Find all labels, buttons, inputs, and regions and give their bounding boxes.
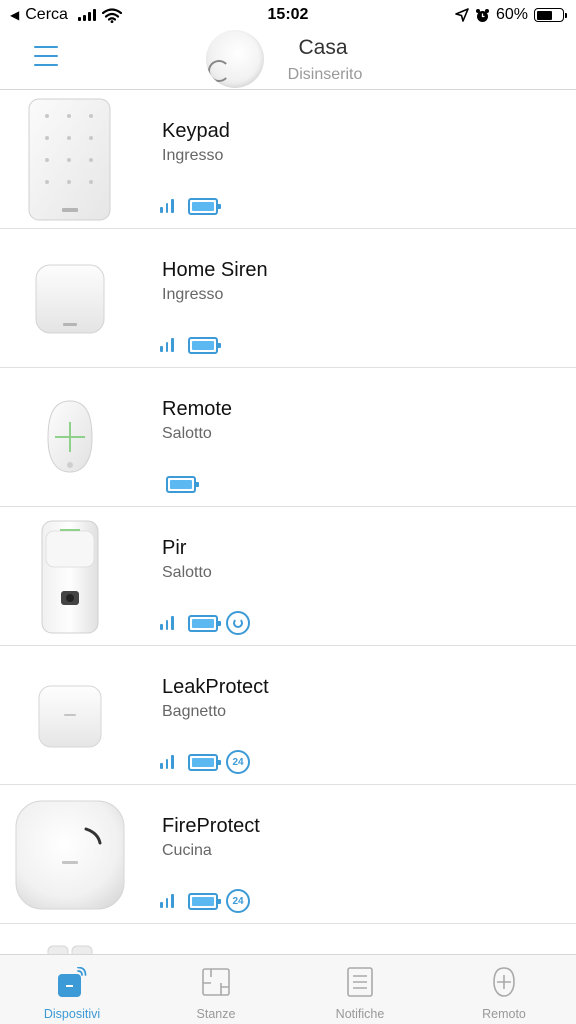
device-list[interactable]: Keypad Ingresso Home Siren Ingresso Remo… — [0, 90, 576, 954]
battery-level-icon — [188, 892, 221, 910]
remote-device-image — [0, 368, 140, 507]
status-bar: ◀ Cerca 15:02 60% — [0, 0, 576, 30]
device-status-icons: 24 — [160, 889, 250, 913]
device-name: Keypad — [162, 120, 230, 142]
tab-rooms[interactable]: Stanze — [144, 955, 288, 1024]
battery-level-icon — [188, 197, 221, 215]
battery-icon — [534, 8, 567, 22]
hamburger-menu-icon[interactable] — [34, 46, 58, 66]
device-room: Ingresso — [162, 147, 224, 164]
app-header: Casa Disinserito — [0, 30, 576, 90]
device-room: Salotto — [162, 564, 212, 581]
device-name: LeakProtect — [162, 676, 269, 698]
device-status-icons — [160, 611, 250, 635]
notifications-icon — [347, 967, 373, 997]
signal-strength-icon — [160, 338, 180, 352]
signal-strength-icon — [160, 894, 180, 908]
rooms-icon — [202, 968, 230, 996]
battery-level-icon — [188, 614, 221, 632]
tab-remote[interactable]: Remoto — [432, 955, 576, 1024]
device-row-partial[interactable] — [0, 924, 576, 954]
connection-ring-icon — [226, 611, 250, 635]
device-partial-image — [0, 924, 140, 954]
hub-title[interactable]: Casa — [278, 36, 368, 60]
tab-bar: Dispositivi Stanze Notifiche Remoto — [0, 954, 576, 1024]
home-siren-device-image — [0, 229, 140, 368]
device-row-pir[interactable]: Pir Salotto — [0, 507, 576, 646]
keypad-device-image — [0, 90, 140, 229]
device-row-leakprotect[interactable]: LeakProtect Bagnetto 24 — [0, 646, 576, 785]
remote-icon — [493, 967, 515, 997]
device-status-icons — [160, 194, 221, 218]
device-name: Remote — [162, 398, 233, 420]
devices-icon — [58, 967, 87, 997]
always-active-badge-icon: 24 — [226, 889, 250, 913]
device-row-remote[interactable]: Remote Salotto — [0, 368, 576, 507]
tab-label: Notifiche — [335, 1007, 385, 1021]
battery-level-icon — [188, 753, 221, 771]
tab-devices[interactable]: Dispositivi — [0, 955, 144, 1024]
signal-strength-icon — [160, 616, 180, 630]
fireprotect-device-image — [0, 785, 140, 924]
device-room: Salotto — [162, 425, 212, 442]
device-row-fireprotect[interactable]: FireProtect Cucina 24 — [0, 785, 576, 924]
battery-level-icon — [166, 475, 199, 493]
device-name: Home Siren — [162, 259, 268, 281]
signal-strength-icon — [160, 755, 180, 769]
device-name: Pir — [162, 537, 187, 559]
device-name: FireProtect — [162, 815, 260, 837]
battery-level-icon — [188, 336, 221, 354]
tab-label: Stanze — [196, 1007, 236, 1021]
tab-label: Dispositivi — [43, 1007, 101, 1021]
device-room: Cucina — [162, 842, 212, 859]
tab-notifications[interactable]: Notifiche — [288, 955, 432, 1024]
device-room: Ingresso — [162, 286, 224, 303]
device-status-icons: 24 — [160, 750, 250, 774]
pir-device-image — [0, 507, 140, 646]
alarm-clock-icon — [475, 8, 489, 22]
device-row-home-siren[interactable]: Home Siren Ingresso — [0, 229, 576, 368]
device-room: Bagnetto — [162, 703, 227, 720]
device-status-icons — [166, 472, 199, 496]
device-status-icons — [160, 333, 221, 357]
battery-percent: 60% — [495, 6, 528, 23]
location-arrow-icon — [455, 8, 469, 22]
status-bar-right: 60% — [455, 6, 567, 24]
always-active-badge-icon: 24 — [226, 750, 250, 774]
tab-label: Remoto — [482, 1007, 526, 1021]
hub-icon[interactable] — [206, 30, 264, 88]
signal-strength-icon — [160, 199, 180, 213]
hub-arm-status: Disinserito — [287, 66, 363, 83]
leakprotect-device-image — [0, 646, 140, 785]
device-row-keypad[interactable]: Keypad Ingresso — [0, 90, 576, 229]
